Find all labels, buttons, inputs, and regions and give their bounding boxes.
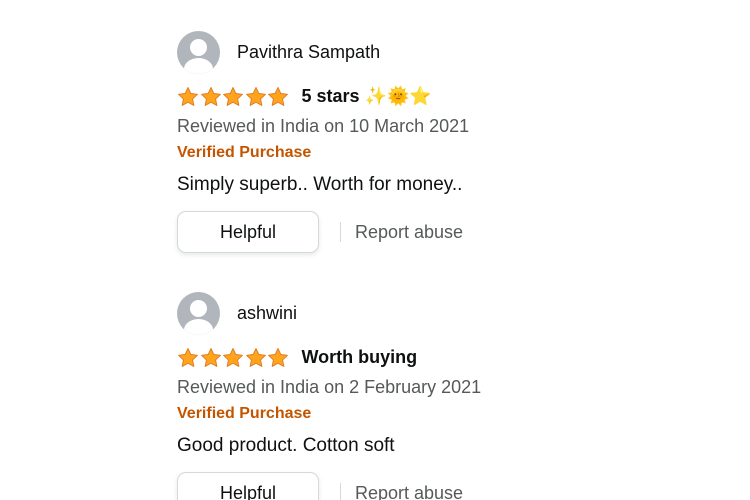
star-rating[interactable] <box>177 86 290 108</box>
star-icon <box>268 347 288 367</box>
review-actions: Helpful Report abuse <box>177 211 697 253</box>
star-icon <box>178 347 198 367</box>
rating-row: Worth buying <box>177 344 697 371</box>
review-text: Simply superb.. Worth for money.. <box>177 174 463 195</box>
star-icon <box>245 86 266 106</box>
default-user-avatar-icon <box>177 31 220 74</box>
reviewer-profile[interactable]: ashwini <box>177 292 697 335</box>
verified-purchase-badge: Verified Purchase <box>177 144 312 161</box>
review-title[interactable]: 5 stars ✨🌞⭐ <box>302 86 432 107</box>
reviewer-profile[interactable]: Pavithra Sampath <box>177 31 697 74</box>
reviewer-name[interactable]: ashwini <box>237 303 297 324</box>
review-date: Reviewed in India on 2 February 2021 <box>177 377 482 397</box>
review-actions: Helpful Report abuse <box>177 472 697 500</box>
report-abuse-link[interactable]: Report abuse <box>355 222 463 243</box>
action-divider <box>340 483 341 500</box>
report-abuse-link[interactable]: Report abuse <box>355 483 463 500</box>
review-card: ashwini Worth buying Reviewed in India o… <box>177 292 697 500</box>
action-divider <box>340 222 341 242</box>
review-date: Reviewed in India on 10 March 2021 <box>177 116 470 136</box>
helpful-button[interactable]: Helpful <box>177 211 319 253</box>
reviews-page: Pavithra Sampath 5 stars ✨🌞⭐ Reviewed in… <box>0 0 750 500</box>
star-icon <box>268 86 288 106</box>
reviewer-name[interactable]: Pavithra Sampath <box>237 42 380 63</box>
star-icon <box>223 86 243 106</box>
default-user-avatar-icon <box>177 292 220 335</box>
star-icon <box>200 86 221 106</box>
review-text: Good product. Cotton soft <box>177 435 395 456</box>
review-title[interactable]: Worth buying <box>302 347 418 368</box>
star-icon <box>245 347 266 367</box>
rating-row: 5 stars ✨🌞⭐ <box>177 83 697 110</box>
star-icon <box>178 86 198 106</box>
star-icon <box>223 347 243 367</box>
verified-purchase-badge: Verified Purchase <box>177 405 312 422</box>
star-icon <box>200 347 221 367</box>
review-card: Pavithra Sampath 5 stars ✨🌞⭐ Reviewed in… <box>177 31 697 253</box>
helpful-button[interactable]: Helpful <box>177 472 319 500</box>
star-rating[interactable] <box>177 347 290 369</box>
